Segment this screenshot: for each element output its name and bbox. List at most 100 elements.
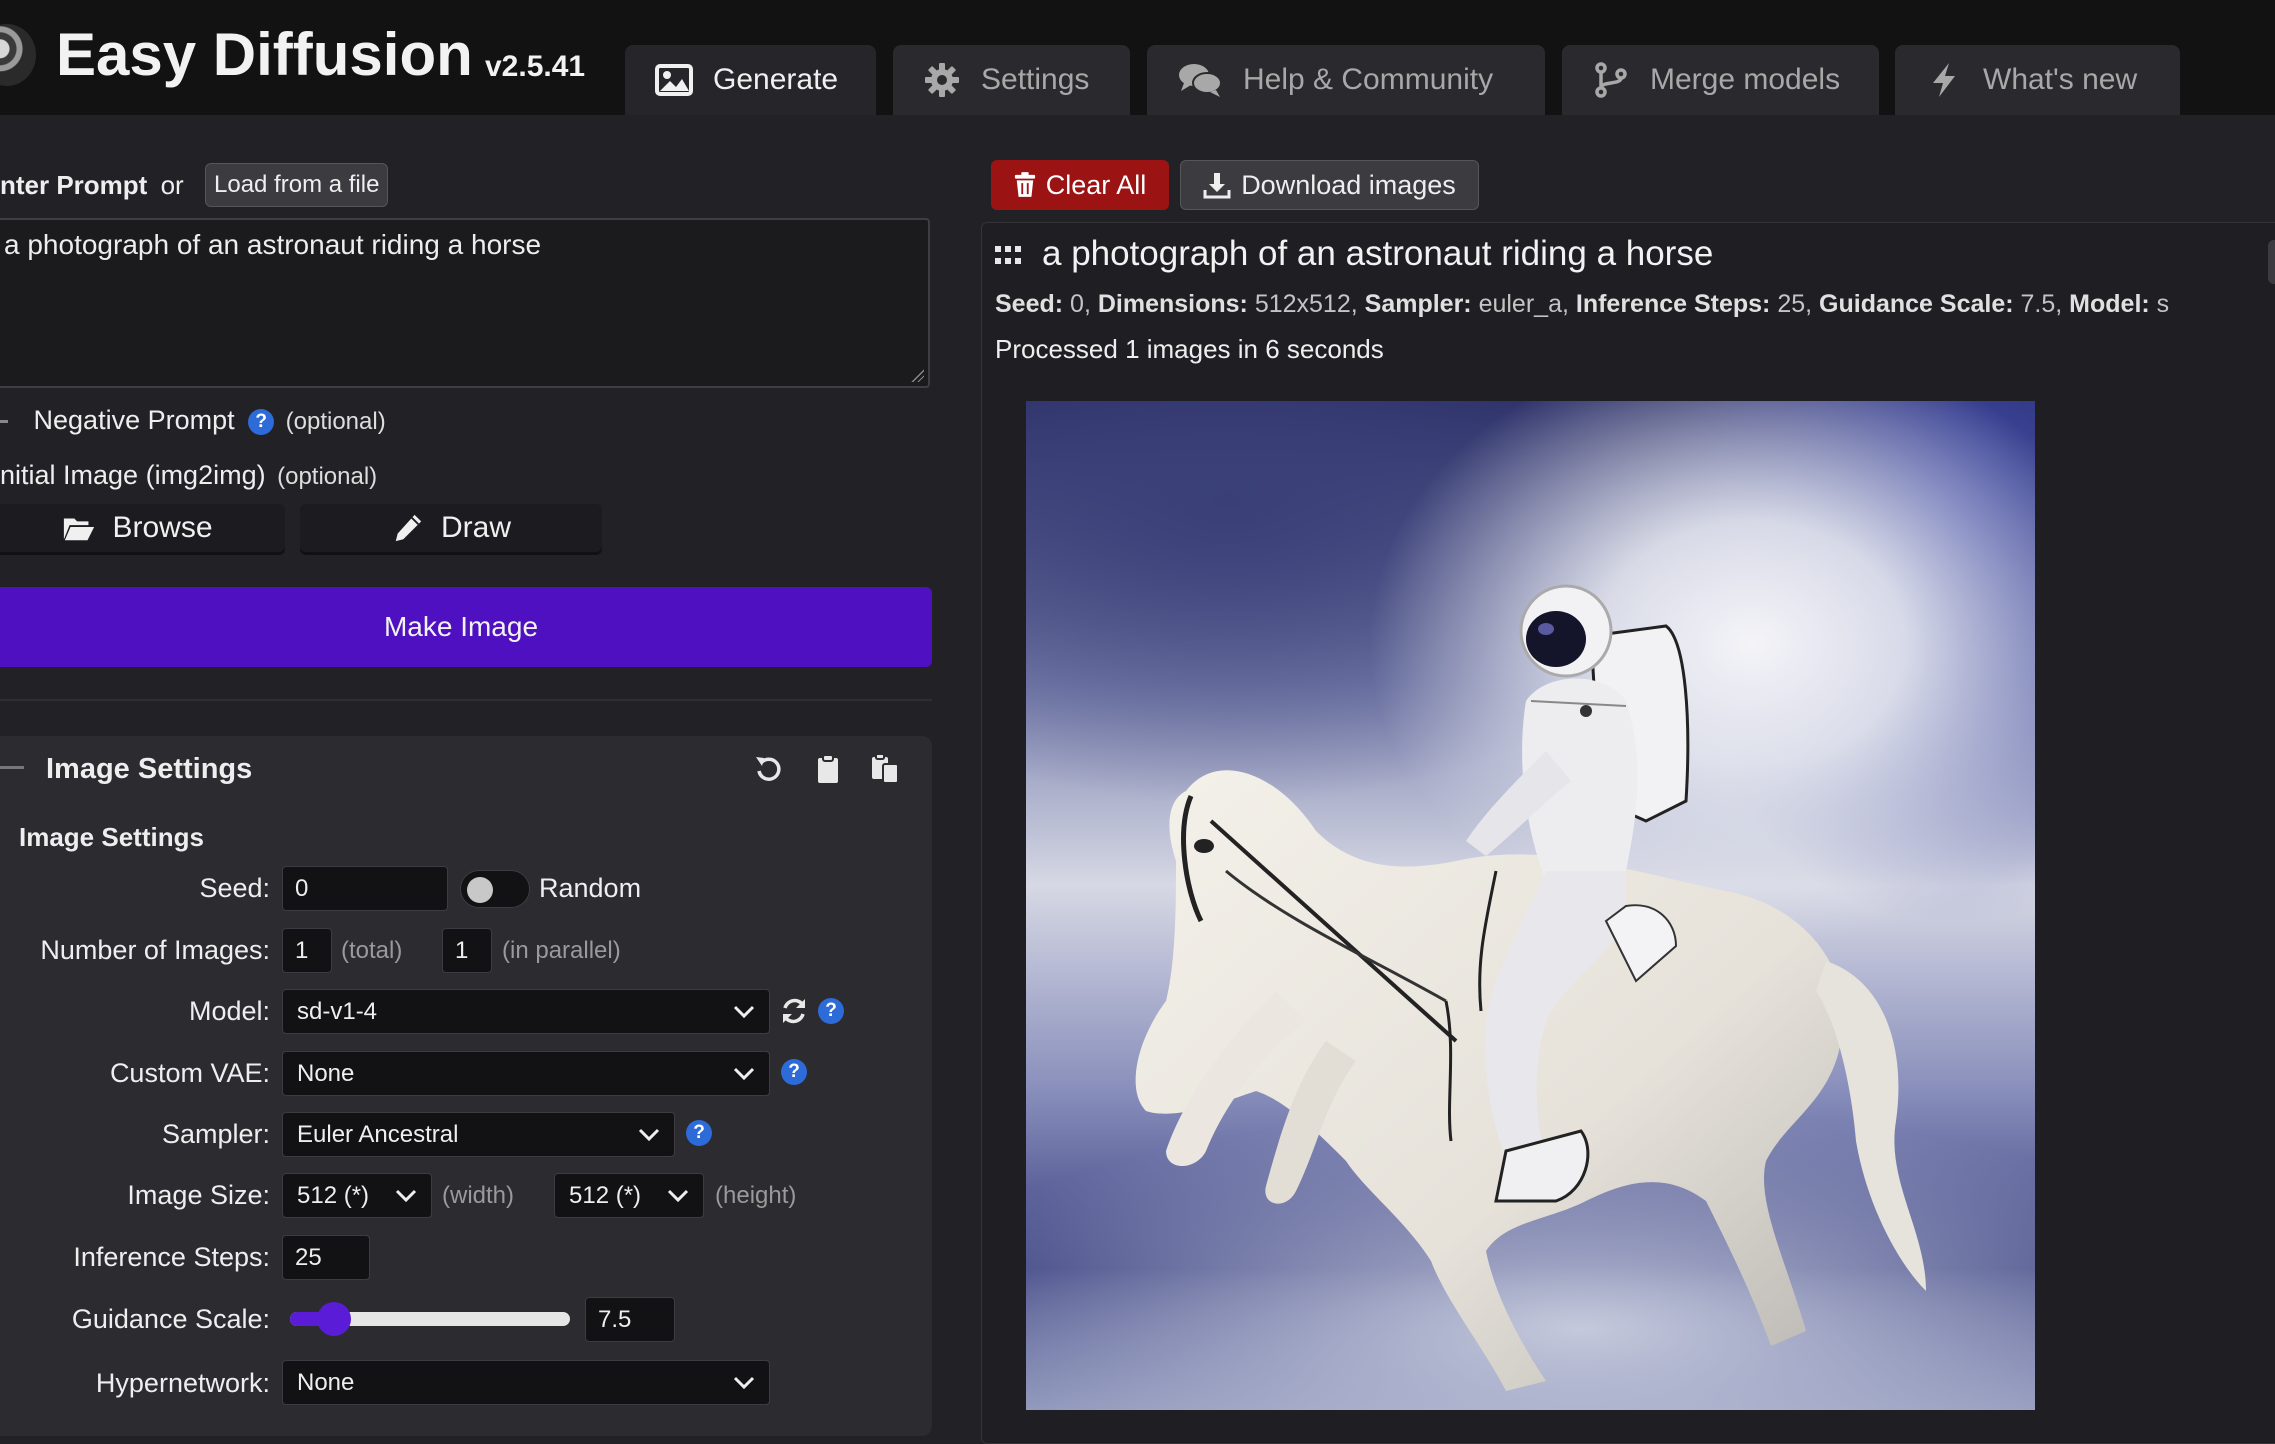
tab-whats-new[interactable]: What's new [1895, 45, 2180, 115]
tab-label: Generate [713, 63, 839, 96]
make-image-button[interactable]: Make Image [0, 587, 932, 667]
task-status: Processed 1 images in 6 seconds [995, 334, 1384, 364]
tab-generate[interactable]: Generate [625, 45, 876, 115]
task-info-key: Model: [2069, 290, 2150, 318]
chevron-down-icon [733, 1376, 755, 1389]
total-hint: (total) [341, 937, 403, 964]
task-action-button[interactable] [2268, 240, 2275, 284]
chevron-down-icon [667, 1189, 689, 1202]
width-hint: (width) [442, 1182, 515, 1209]
width-value: 512 (*) [297, 1181, 370, 1209]
prompt-text: a photograph of an astronaut riding a ho… [4, 229, 542, 260]
astronaut-horse-illustration [1135, 584, 1926, 1391]
chevron-down-icon [395, 1189, 417, 1202]
seed-input[interactable]: 0 [282, 866, 448, 911]
task-info: Seed: 0, Dimensions: 512x512, Sampler: e… [995, 290, 2169, 319]
chevron-down-icon [638, 1128, 660, 1141]
refresh-icon[interactable] [779, 996, 809, 1026]
prompt-label: nter Prompt or [0, 170, 184, 201]
task-info-key: Seed: [995, 290, 1064, 318]
initial-image-label-text: nitial Image (img2img) [0, 460, 266, 490]
resize-handle[interactable] [910, 368, 924, 382]
task-info-key: Dimensions: [1097, 290, 1248, 318]
draw-label: Draw [440, 511, 511, 544]
divider [0, 699, 932, 701]
num-images-total-input[interactable]: 1 [282, 928, 332, 973]
model-select[interactable]: sd-v1-4 [282, 989, 770, 1034]
load-from-file-button[interactable]: Load from a file [205, 163, 389, 207]
width-select[interactable]: 512 (*) [282, 1173, 432, 1218]
browse-button[interactable]: Browse [0, 504, 285, 552]
help-icon[interactable]: ? [248, 408, 275, 435]
tab-label: Help & Community [1243, 63, 1494, 96]
sampler-label: Sampler: [161, 1119, 270, 1149]
prompt-input[interactable]: a photograph of an astronaut riding a ho… [0, 218, 930, 388]
sampler-select[interactable]: Euler Ancestral [282, 1112, 675, 1157]
folder-open-icon [64, 518, 95, 541]
task-info-value: euler_a, [1471, 290, 1576, 318]
task-info-key: Sampler: [1364, 290, 1472, 318]
comments-icon [1179, 64, 1222, 97]
reset-icon[interactable] [753, 753, 785, 785]
num-images-parallel-input[interactable]: 1 [442, 928, 492, 973]
tab-settings[interactable]: Settings [893, 45, 1130, 115]
code-branch-icon [1595, 62, 1627, 98]
random-seed-toggle[interactable] [460, 870, 530, 908]
tab-label: What's new [1983, 63, 2138, 96]
chevron-down-icon [733, 1005, 755, 1018]
height-value: 512 (*) [569, 1181, 642, 1209]
sampler-help-icon[interactable]: ? [686, 1120, 712, 1146]
tab-label: Merge models [1650, 63, 1841, 96]
app-version: v2.5.41 [485, 50, 586, 83]
num-images-label: Number of Images: [40, 935, 270, 965]
hypernetwork-value: None [297, 1368, 355, 1396]
optional-hint: (optional) [277, 463, 378, 490]
task-info-value: s [2149, 290, 2170, 318]
negative-prompt-toggle[interactable]: Negative Prompt ? (optional) [0, 405, 386, 436]
task-info-value: 0, [1063, 290, 1098, 318]
tab-merge-models[interactable]: Merge models [1562, 45, 1879, 115]
browse-label: Browse [112, 511, 213, 544]
paste-icon[interactable] [869, 753, 901, 785]
model-value: sd-v1-4 [297, 997, 378, 1025]
download-images-label: Download images [1241, 169, 1456, 200]
guidance-scale-label: Guidance Scale: [71, 1304, 270, 1334]
app-title: Easy Diffusion [56, 21, 473, 88]
seed-label: Seed: [199, 873, 270, 903]
height-select[interactable]: 512 (*) [554, 1173, 704, 1218]
task-prompt: a photograph of an astronaut riding a ho… [1042, 234, 1714, 273]
image-settings-title[interactable]: Image Settings [46, 753, 252, 786]
task-info-key: Guidance Scale: [1819, 290, 2014, 318]
image-icon [655, 64, 693, 96]
tab-label: Settings [981, 63, 1090, 96]
optional-hint: (optional) [285, 408, 386, 435]
guidance-scale-input[interactable]: 7.5 [585, 1297, 675, 1342]
generated-image[interactable] [1026, 401, 2035, 1410]
task-info-value: 512x512, [1247, 290, 1365, 318]
tab-help-community[interactable]: Help & Community [1147, 45, 1545, 115]
prompt-label-text: nter Prompt [0, 170, 148, 200]
clipboard-icon[interactable] [812, 753, 844, 785]
vae-help-icon[interactable]: ? [781, 1059, 807, 1085]
collapse-icon[interactable] [0, 766, 24, 769]
vae-value: None [297, 1059, 355, 1087]
task-info-value: 25, [1770, 290, 1820, 318]
draw-button[interactable]: Draw [300, 504, 602, 552]
prompt-label-or: or [160, 170, 184, 200]
vae-select[interactable]: None [282, 1051, 770, 1096]
sampler-value: Euler Ancestral [297, 1120, 459, 1148]
clear-all-button[interactable]: Clear All [991, 160, 1169, 210]
image-size-label: Image Size: [127, 1180, 270, 1210]
negative-prompt-label: Negative Prompt [33, 405, 235, 435]
model-help-icon[interactable]: ? [818, 998, 844, 1024]
download-icon [1203, 173, 1231, 199]
pencil-icon [395, 514, 422, 542]
initial-image-label: nitial Image (img2img) (optional) [0, 460, 377, 491]
inference-steps-input[interactable]: 25 [282, 1235, 370, 1280]
drag-handle-icon[interactable] [995, 246, 1021, 266]
trash-icon [1014, 172, 1035, 197]
download-images-button[interactable]: Download images [1180, 160, 1479, 210]
image-settings-subtitle: Image Settings [19, 822, 204, 852]
hypernetwork-select[interactable]: None [282, 1360, 770, 1405]
vae-label: Custom VAE: [109, 1058, 270, 1088]
